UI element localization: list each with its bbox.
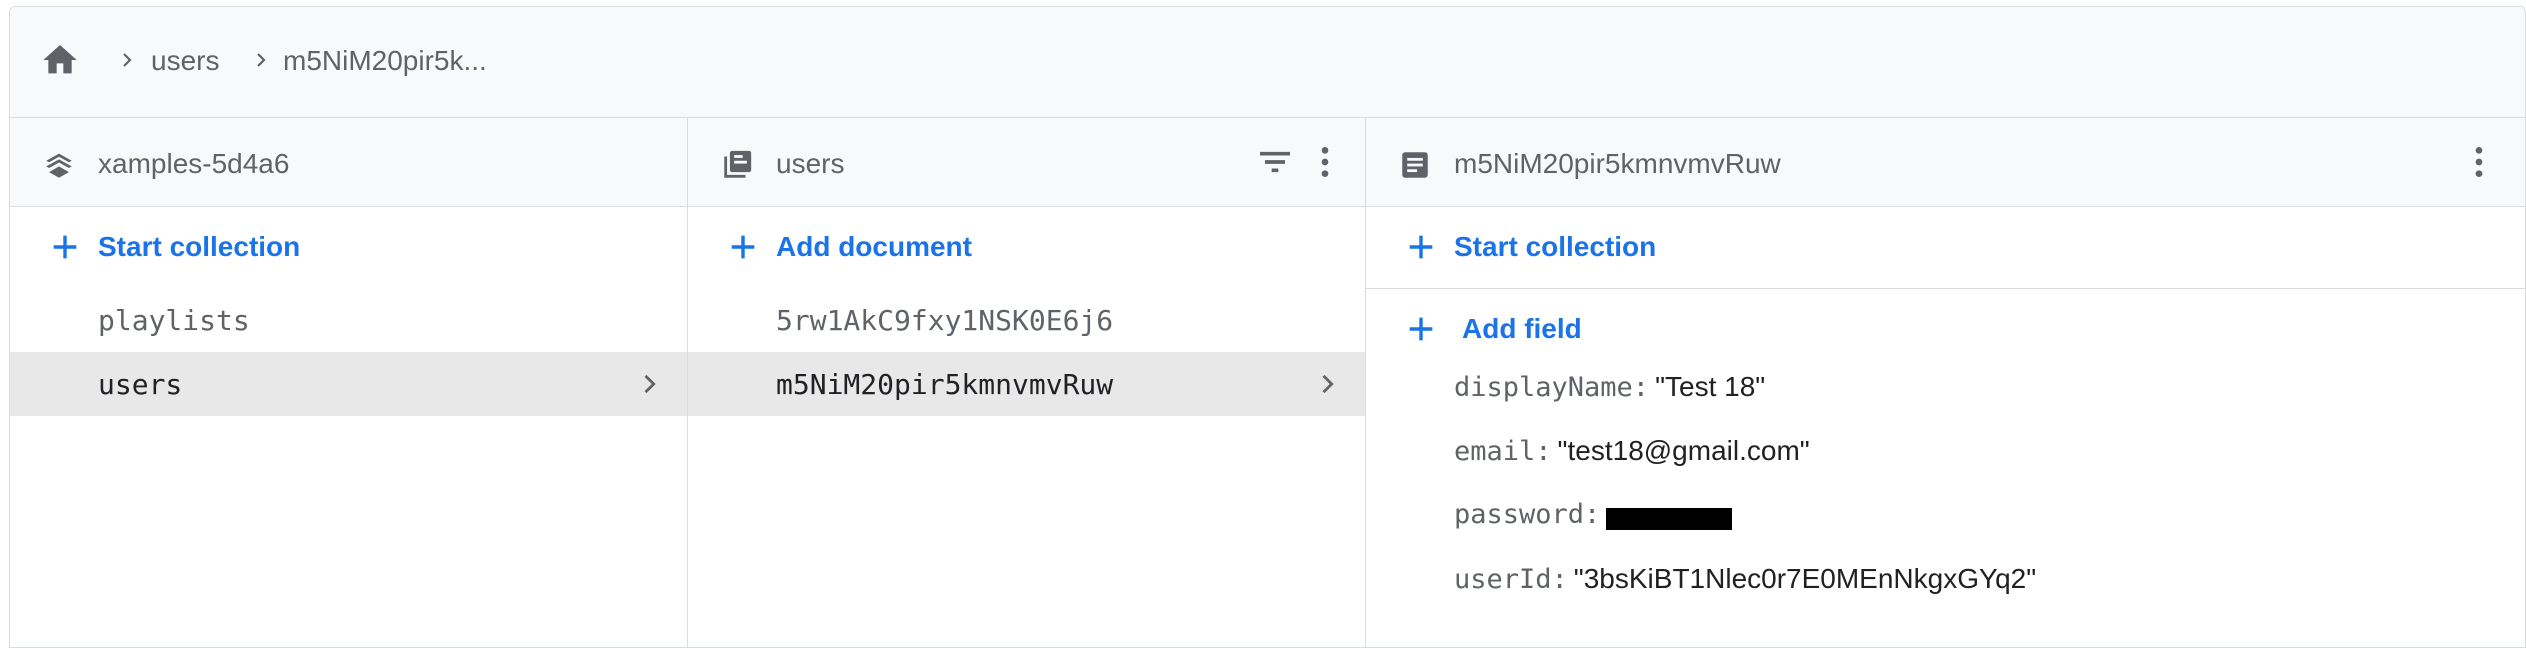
start-subcollection-button[interactable]: Start collection — [1366, 206, 2525, 288]
project-title: xamples-5d4a6 — [98, 148, 290, 179]
field-userid[interactable]: userId: "3bsKiBT1Nlec0r7E0MEnNkgxGYq2" — [1454, 563, 2036, 603]
plus-icon — [1409, 317, 1433, 341]
breadcrumb-item-document[interactable]: m5NiM20pir5k... — [283, 45, 487, 77]
document-item-selected[interactable]: m5NiM20pir5kmnvmvRuw — [688, 352, 1365, 416]
collection-column-header: users — [688, 118, 1365, 207]
plus-icon — [1409, 235, 1433, 259]
plus-icon — [731, 235, 755, 259]
collection-item-users[interactable]: users — [10, 352, 687, 416]
root-column-header: xamples-5d4a6 — [10, 118, 687, 207]
field-displayname[interactable]: displayName: "Test 18" — [1454, 371, 1765, 411]
plus-icon — [53, 235, 77, 259]
list-item-label: playlists — [98, 304, 250, 337]
start-collection-button[interactable]: Start collection — [10, 206, 687, 288]
collection-icon — [724, 150, 752, 178]
filter-icon[interactable] — [1255, 142, 1295, 182]
field-key: displayName: — [1454, 372, 1650, 403]
breadcrumb: users m5NiM20pir5k... — [10, 7, 2525, 118]
field-key: email: — [1454, 436, 1552, 467]
field-key: userId: — [1454, 564, 1568, 595]
document-item[interactable]: 5rw1AkC9fxy1NSK0E6j6 — [688, 288, 1365, 352]
firestore-data-panel: users m5NiM20pir5k... xamples-5d4a6 Star… — [9, 6, 2526, 648]
list-item-label: m5NiM20pir5kmnvmvRuw — [776, 368, 1114, 401]
chevron-right-icon — [257, 53, 266, 67]
list-item-label: 5rw1AkC9fxy1NSK0E6j6 — [776, 304, 1114, 337]
field-password[interactable]: password: — [1454, 499, 1733, 539]
firestore-stack-icon — [46, 153, 72, 178]
more-vert-icon[interactable] — [2459, 142, 2499, 182]
more-vert-icon[interactable] — [1305, 142, 1345, 182]
field-value: "3bsKiBT1Nlec0r7E0MEnNkgxGYq2" — [1573, 563, 2037, 594]
document-title: m5NiM20pir5kmnvmvRuw — [1454, 148, 1781, 179]
add-field-button[interactable]: Add field — [1366, 288, 2525, 370]
start-collection-label: Start collection — [1454, 231, 1657, 262]
document-column: m5NiM20pir5kmnvmvRuw Start collection Ad… — [1366, 118, 2525, 647]
root-column: xamples-5d4a6 Start collection playlists… — [10, 118, 688, 647]
list-item-label: users — [98, 368, 183, 401]
field-key: password: — [1454, 499, 1601, 530]
document-column-header: m5NiM20pir5kmnvmvRuw — [1366, 118, 2525, 207]
breadcrumb-item-users[interactable]: users — [151, 45, 219, 77]
collection-title: users — [776, 148, 845, 179]
collection-column: users Add document 5rw1AkC9fxy1NSK0E6j6 — [688, 118, 1366, 647]
home-icon[interactable] — [40, 40, 80, 80]
field-value: "Test 18" — [1655, 371, 1766, 402]
add-document-button[interactable]: Add document — [688, 206, 1365, 288]
add-field-label: Add field — [1462, 313, 1582, 344]
chevron-right-icon — [123, 53, 132, 67]
document-icon — [1402, 152, 1428, 178]
add-document-label: Add document — [776, 231, 972, 262]
chevron-right-icon — [644, 374, 656, 394]
collection-item-playlists[interactable]: playlists — [10, 288, 687, 352]
field-email[interactable]: email: "test18@gmail.com" — [1454, 435, 1810, 475]
field-value: "test18@gmail.com" — [1557, 435, 1810, 466]
columns-container: xamples-5d4a6 Start collection playlists… — [10, 118, 2525, 647]
start-collection-label: Start collection — [98, 231, 301, 262]
chevron-right-icon — [1322, 374, 1334, 394]
redacted-value — [1606, 507, 1733, 530]
